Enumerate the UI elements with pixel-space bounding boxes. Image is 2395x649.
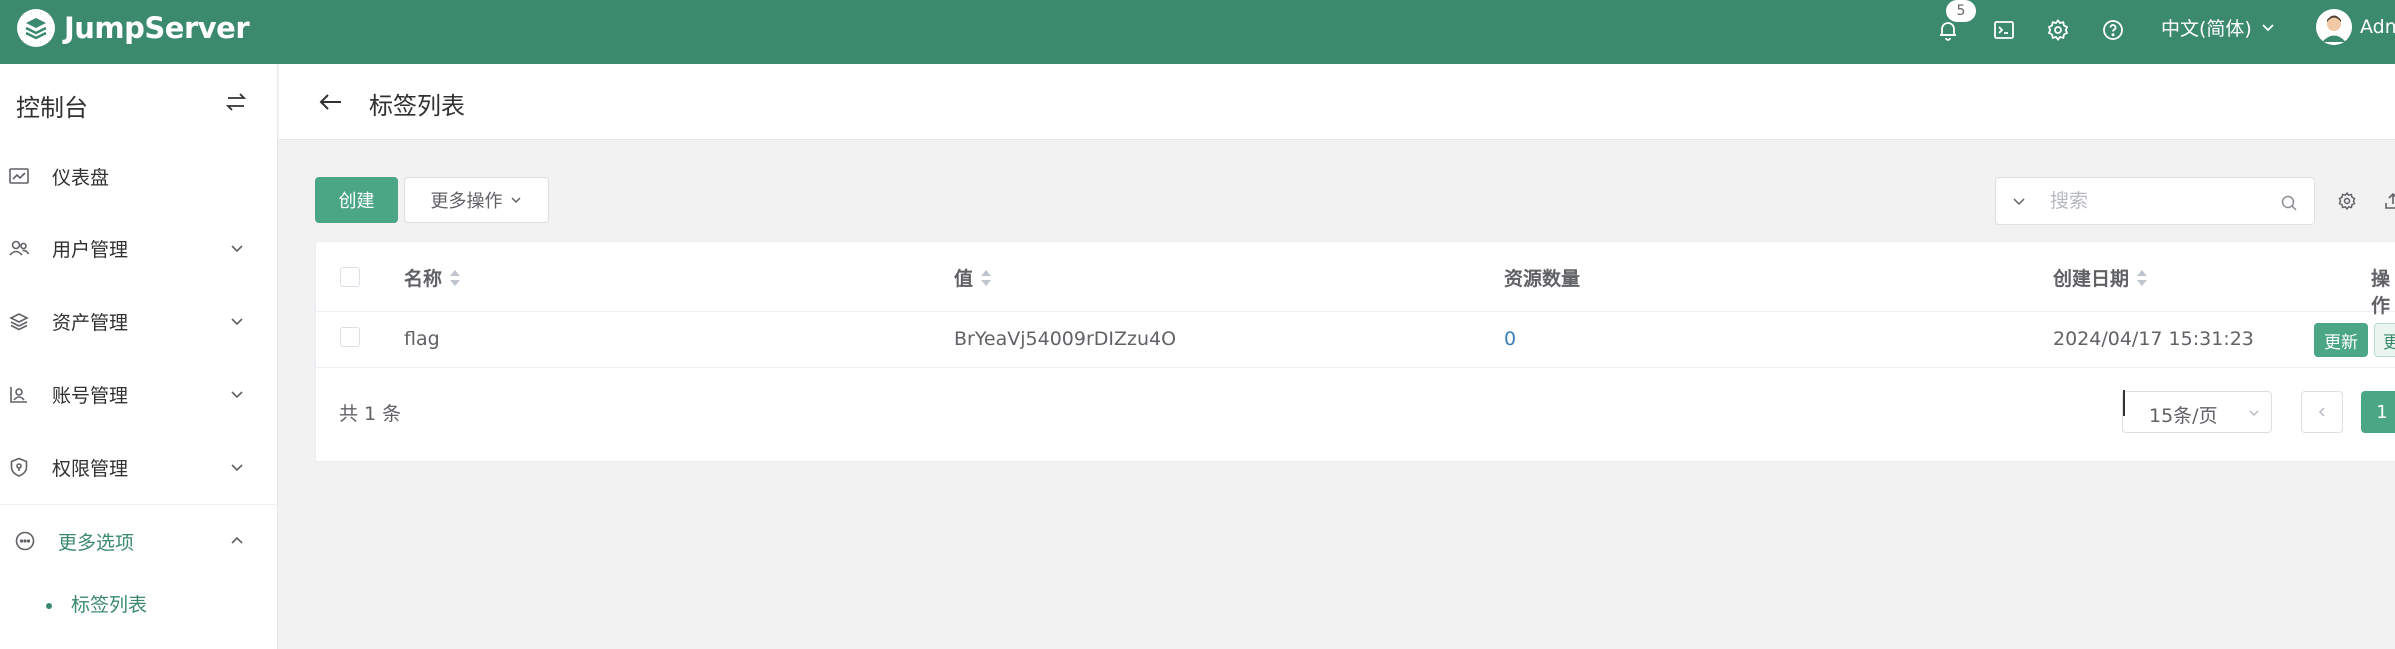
chevron-down-icon	[2249, 410, 2259, 417]
sidebar-item-label: 权限管理	[52, 457, 129, 480]
page-number-button[interactable]: 1	[2361, 391, 2395, 433]
more-circle-icon	[15, 531, 35, 551]
search-icon[interactable]	[2280, 194, 2298, 212]
cell-created-date: 2024/04/17 15:31:23	[2053, 328, 2254, 350]
table-row: flag BrYeaVj54009rDIZzu4O 0 2024/04/17 1…	[316, 312, 2395, 368]
page-size-label: 15条/页	[2149, 405, 2218, 427]
column-header-name[interactable]: 名称	[404, 264, 462, 291]
create-button[interactable]: 创建	[315, 177, 398, 223]
table-card: 名称 值 资源数量 创建日期 操作 flag BrYeaVj54009rDIZz…	[315, 241, 2395, 462]
language-label: 中文(简体)	[2161, 17, 2252, 40]
web-terminal-button[interactable]	[1988, 14, 2020, 46]
terminal-icon	[1994, 21, 2014, 39]
language-selector[interactable]: 中文(简体)	[2161, 13, 2276, 41]
notification-badge: 5	[1946, 0, 1976, 22]
chevron-down-icon	[510, 197, 521, 204]
sidebar-item-label: 资产管理	[52, 311, 129, 334]
sidebar-subitem-label: 标签列表	[71, 594, 148, 616]
user-name: Adm	[2360, 16, 2395, 38]
sidebar-item-label: 用户管理	[52, 238, 129, 261]
layers-icon	[9, 313, 29, 331]
column-header-created[interactable]: 创建日期	[2053, 264, 2149, 291]
help-button[interactable]	[2097, 14, 2129, 46]
settings-button[interactable]	[2042, 14, 2074, 46]
more-actions-button[interactable]: 更多操作	[404, 177, 549, 223]
select-all-checkbox[interactable]	[340, 267, 360, 287]
sidebar-item-label: 仪表盘	[52, 166, 110, 189]
chevron-down-icon	[231, 391, 243, 399]
sidebar-item-assets[interactable]: 资产管理	[0, 285, 278, 357]
search-box	[1995, 177, 2315, 225]
sidebar-item-permissions[interactable]: 权限管理	[0, 431, 278, 503]
app-title: JumpServer	[64, 11, 250, 45]
sidebar-header: 控制台	[0, 64, 278, 140]
table-header: 名称 值 资源数量 创建日期 操作	[316, 242, 2395, 317]
page-size-select[interactable]: 15条/页	[2122, 390, 2272, 433]
chevron-up-icon	[231, 536, 243, 544]
gear-icon	[2047, 19, 2069, 41]
chevron-left-icon	[2318, 407, 2325, 417]
sidebar-item-users[interactable]: 用户管理	[0, 212, 278, 284]
jumpserver-logo-icon	[17, 9, 55, 47]
row-checkbox[interactable]	[340, 327, 360, 347]
page-header: 标签列表	[279, 64, 2395, 140]
sort-icon[interactable]	[979, 267, 993, 289]
shield-icon	[10, 457, 28, 477]
back-arrow-icon[interactable]	[317, 90, 345, 114]
chevron-down-icon	[231, 245, 243, 253]
more-row-actions-button[interactable]: 更	[2374, 323, 2395, 357]
sidebar-item-label: 更多选项	[58, 531, 135, 554]
help-icon	[2103, 20, 2123, 40]
swap-view-icon[interactable]	[222, 90, 250, 114]
cell-value: BrYeaVj54009rDIZzu4O	[954, 328, 1177, 350]
sort-icon[interactable]	[2135, 267, 2149, 289]
text-cursor	[2123, 390, 2125, 416]
sidebar-item-more-options[interactable]: 更多选项	[0, 505, 278, 577]
sidebar-item-label: 账号管理	[52, 384, 129, 407]
update-button[interactable]: 更新	[2314, 323, 2368, 357]
chevron-down-icon	[231, 318, 243, 326]
users-icon	[9, 240, 30, 256]
chevron-down-icon	[2262, 24, 2274, 32]
page-title: 标签列表	[369, 92, 465, 120]
top-navbar: JumpServer 5 中文(简体) Adm	[0, 0, 2395, 64]
sidebar-item-accounts[interactable]: 账号管理	[0, 358, 278, 430]
account-icon	[10, 387, 27, 403]
more-actions-label: 更多操作	[430, 191, 503, 212]
column-settings-icon[interactable]	[2337, 191, 2357, 211]
active-dot	[46, 603, 52, 609]
sidebar-item-dashboard[interactable]: 仪表盘	[0, 140, 278, 212]
column-header-resource-count: 资源数量	[1504, 268, 1581, 290]
app-logo[interactable]: JumpServer	[16, 8, 250, 48]
column-header-value[interactable]: 值	[954, 264, 993, 291]
column-header-actions: 操作	[2371, 268, 2391, 317]
notifications-button[interactable]: 5	[1932, 0, 1976, 46]
cell-name[interactable]: flag	[404, 328, 440, 350]
user-menu[interactable]: Adm	[2316, 9, 2395, 45]
search-input[interactable]	[2050, 186, 2270, 216]
dashboard-icon	[9, 168, 29, 184]
chevron-down-icon[interactable]	[2010, 192, 2028, 210]
avatar	[2316, 9, 2352, 45]
chevron-down-icon	[231, 464, 243, 472]
sidebar: 控制台 仪表盘 用户管理 资产管理 账号管理 权限管理 更多选项 标签列表	[0, 64, 278, 649]
user-avatar-icon	[2316, 9, 2352, 45]
total-count: 共 1 条	[339, 403, 402, 425]
cell-resource-count[interactable]: 0	[1504, 328, 1516, 350]
sort-icon[interactable]	[448, 267, 462, 289]
sidebar-title: 控制台	[16, 94, 88, 122]
previous-page-button[interactable]	[2301, 391, 2343, 433]
export-icon[interactable]	[2383, 191, 2395, 211]
